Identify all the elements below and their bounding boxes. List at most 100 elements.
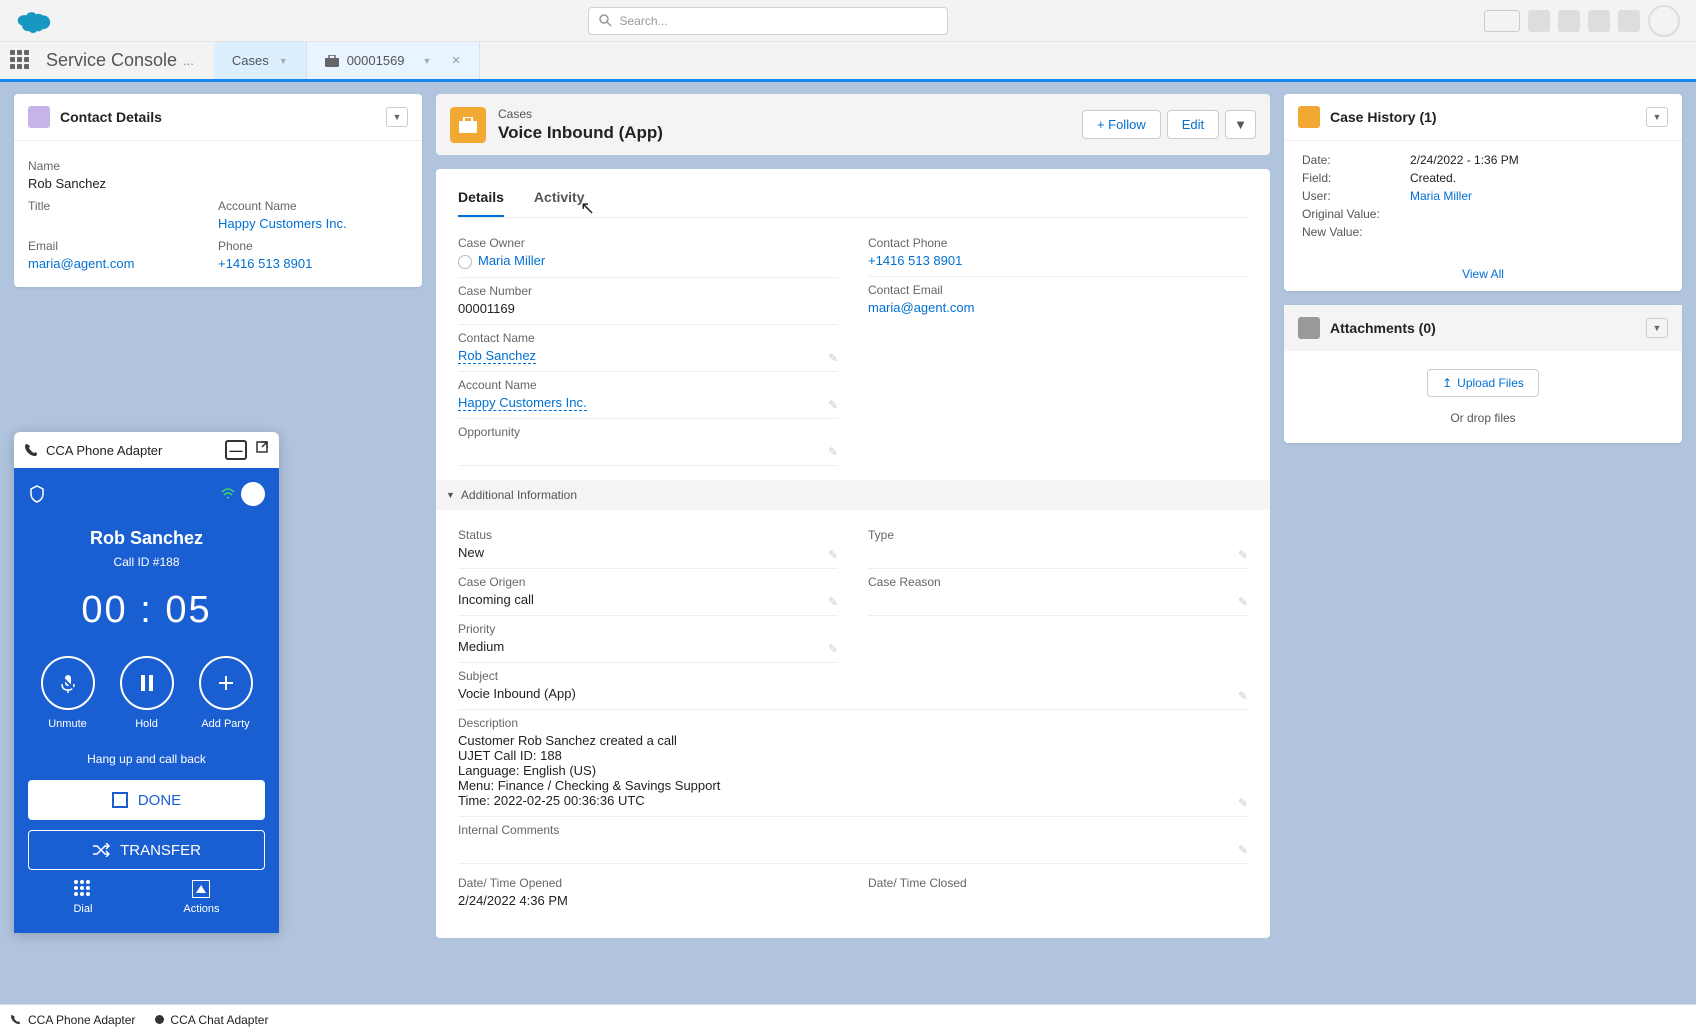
history-user-link[interactable]: Maria Miller	[1410, 189, 1472, 203]
field-label: Case Number	[458, 284, 838, 298]
contact-details-card: Contact Details ▼ Name Rob Sanchez Title…	[14, 94, 422, 287]
phone-icon	[10, 1014, 22, 1026]
search-placeholder: Search...	[620, 14, 668, 28]
done-button[interactable]: DONE	[28, 780, 265, 820]
phone-adapter-panel: CCA Phone Adapter — Rob Sanchez Call ID …	[14, 432, 279, 933]
follow-button[interactable]: + Follow	[1082, 110, 1161, 139]
header-button-5[interactable]	[1618, 10, 1640, 32]
briefcase-icon	[325, 55, 339, 67]
contact-email-link[interactable]: maria@agent.com	[868, 300, 974, 315]
case-header-banner: Cases Voice Inbound (App) + Follow Edit …	[436, 94, 1270, 155]
edit-pencil-icon[interactable]: ✎	[1238, 796, 1248, 810]
view-all-link[interactable]: View All	[1462, 267, 1504, 281]
origin-value: Incoming call	[458, 592, 838, 607]
edit-pencil-icon[interactable]: ✎	[828, 642, 838, 656]
owner-link[interactable]: Maria Miller	[478, 253, 545, 268]
field-label: Case Origen	[458, 575, 838, 589]
opened-value: 2/24/2022 4:36 PM	[458, 893, 838, 908]
chevron-down-icon: ▼	[446, 490, 455, 500]
edit-pencil-icon[interactable]: ✎	[1238, 843, 1248, 857]
mic-off-icon	[57, 672, 79, 694]
dial-button[interactable]: Dial	[73, 880, 92, 915]
dot-icon	[155, 1015, 164, 1024]
edit-pencil-icon[interactable]: ✎	[1238, 689, 1248, 703]
utility-bar: CCA Phone Adapter CCA Chat Adapter	[0, 1004, 1696, 1034]
edit-pencil-icon[interactable]: ✎	[828, 351, 838, 365]
avatar-icon	[458, 255, 472, 269]
field-label: Field:	[1302, 171, 1410, 185]
hold-button[interactable]: Hold	[120, 656, 174, 730]
more-actions-button[interactable]: ▼	[1225, 110, 1256, 139]
app-menu-dots[interactable]: ...	[183, 53, 194, 68]
history-field: Created.	[1410, 171, 1456, 185]
account-name-link[interactable]: Happy Customers Inc.	[458, 395, 587, 411]
header-button-4[interactable]	[1588, 10, 1610, 32]
email-link[interactable]: maria@agent.com	[28, 256, 134, 271]
contact-name-value: Rob Sanchez	[28, 176, 408, 191]
field-label: Date:	[1302, 153, 1410, 167]
phone-icon	[24, 443, 38, 457]
app-launcher-icon[interactable]	[10, 50, 32, 72]
description-value: Customer Rob Sanchez created a callUJET …	[458, 733, 1248, 808]
card-menu-button[interactable]: ▼	[386, 107, 408, 127]
utility-chat-adapter[interactable]: CCA Chat Adapter	[155, 1013, 268, 1027]
drop-files-label: Or drop files	[1302, 411, 1664, 425]
phone-link[interactable]: +1416 513 8901	[218, 256, 312, 271]
tab-label: Cases	[232, 53, 269, 68]
tab-details[interactable]: Details	[458, 183, 504, 217]
edit-pencil-icon[interactable]: ✎	[1238, 595, 1248, 609]
tab-case-record[interactable]: 00001569 ▼ ✕	[307, 42, 480, 79]
actions-button[interactable]: Actions	[183, 880, 219, 915]
field-label: Description	[458, 716, 1248, 730]
contact-name-link[interactable]: Rob Sanchez	[458, 348, 536, 364]
upload-files-button[interactable]: ↥Upload Files	[1427, 369, 1539, 397]
shuffle-icon	[92, 843, 110, 857]
edit-button[interactable]: Edit	[1167, 110, 1219, 139]
search-icon	[599, 14, 612, 27]
chevron-down-icon: ▼	[279, 56, 288, 66]
edit-pencil-icon[interactable]: ✎	[828, 445, 838, 459]
section-label: Additional Information	[461, 488, 577, 502]
avatar[interactable]	[1648, 5, 1680, 37]
case-icon	[450, 107, 486, 143]
popout-icon[interactable]	[255, 440, 269, 454]
utility-phone-adapter[interactable]: CCA Phone Adapter	[10, 1013, 135, 1027]
edit-pencil-icon[interactable]: ✎	[1238, 548, 1248, 562]
edit-pencil-icon[interactable]: ✎	[828, 398, 838, 412]
header-button-3[interactable]	[1558, 10, 1580, 32]
edit-pencil-icon[interactable]: ✎	[828, 548, 838, 562]
card-menu-button[interactable]: ▼	[1646, 107, 1668, 127]
adapter-title: CCA Phone Adapter	[46, 443, 162, 458]
account-link[interactable]: Happy Customers Inc.	[218, 216, 347, 231]
tab-activity[interactable]: Activity	[534, 183, 585, 217]
unmute-button[interactable]: Unmute	[41, 656, 95, 730]
header-button-2[interactable]	[1528, 10, 1550, 32]
field-label: New Value:	[1302, 225, 1410, 239]
contact-phone-link[interactable]: +1416 513 8901	[868, 253, 962, 268]
field-label: Opportunity	[458, 425, 838, 439]
close-icon[interactable]: ✕	[451, 54, 460, 67]
field-label: Status	[458, 528, 838, 542]
field-label: Date/ Time Opened	[458, 876, 838, 890]
field-label: Case Reason	[868, 575, 1248, 589]
transfer-button[interactable]: TRANSFER	[28, 830, 265, 870]
tab-cases[interactable]: Cases ▼	[214, 42, 307, 79]
field-label: Case Owner	[458, 236, 838, 250]
checkbox-icon	[112, 792, 128, 808]
card-menu-button[interactable]: ▼	[1646, 318, 1668, 338]
field-label: Subject	[458, 669, 1248, 683]
call-timer: 00 : 05	[28, 589, 265, 632]
pause-icon	[139, 674, 155, 692]
minimize-button[interactable]: —	[225, 440, 247, 460]
global-search-input[interactable]: Search...	[588, 7, 948, 35]
add-party-button[interactable]: Add Party	[199, 656, 253, 730]
additional-info-section[interactable]: ▼ Additional Information	[436, 480, 1270, 510]
field-label: Priority	[458, 622, 838, 636]
field-label: Phone	[218, 239, 408, 253]
field-label: Contact Phone	[868, 236, 1248, 250]
contact-icon	[28, 106, 50, 128]
field-label: Account Name	[218, 199, 408, 213]
header-button-1[interactable]	[1484, 10, 1520, 32]
plus-icon	[216, 673, 236, 693]
edit-pencil-icon[interactable]: ✎	[828, 595, 838, 609]
